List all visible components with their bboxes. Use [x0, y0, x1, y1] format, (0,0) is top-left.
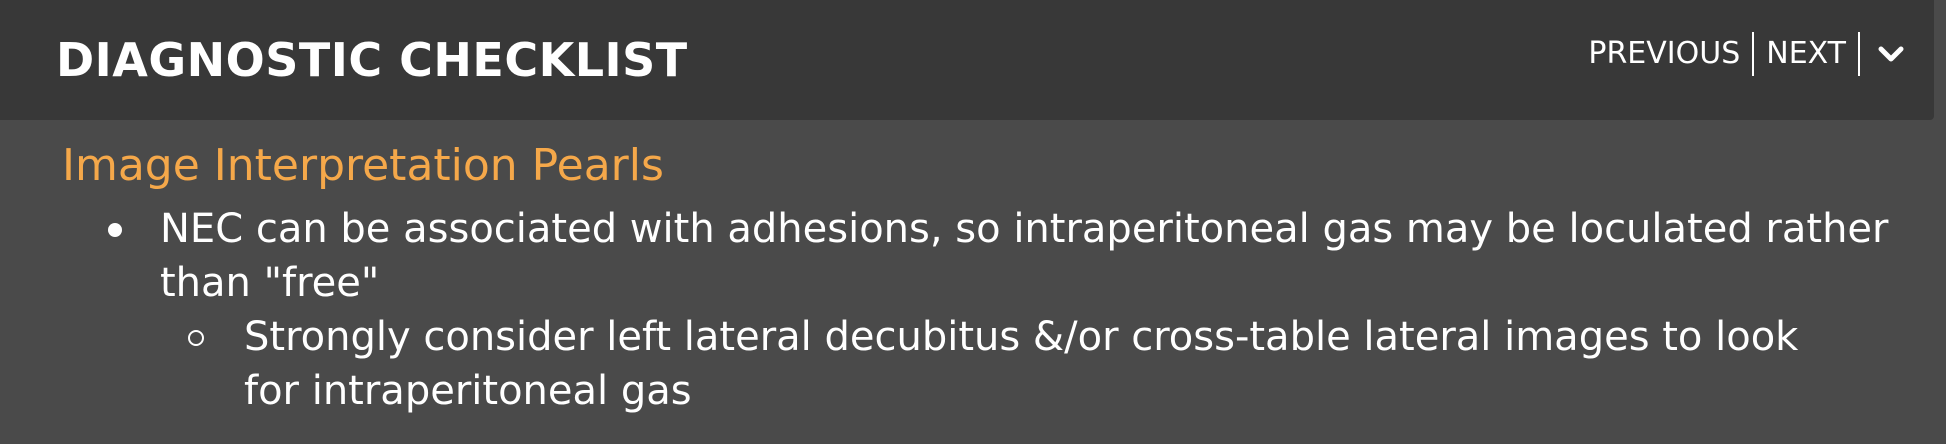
section-title: Image Interpretation Pearls [62, 140, 664, 191]
diagnostic-checklist-panel: DIAGNOSTIC CHECKLIST PREVIOUS NEXT Image… [0, 0, 1946, 444]
panel-navigation: PREVIOUS NEXT [1588, 30, 1906, 78]
previous-link[interactable]: PREVIOUS [1588, 30, 1740, 78]
list-item-text: NEC can be associated with adhesions, so… [160, 206, 1889, 306]
nav-divider [1858, 32, 1860, 76]
nav-divider [1752, 32, 1755, 76]
bullet-icon [108, 223, 122, 237]
hollow-bullet-icon [188, 330, 204, 346]
panel-header: DIAGNOSTIC CHECKLIST PREVIOUS NEXT [0, 0, 1934, 120]
panel-content: Image Interpretation Pearls NEC can be a… [0, 120, 1946, 444]
panel-title: DIAGNOSTIC CHECKLIST [56, 33, 688, 87]
next-link[interactable]: NEXT [1766, 30, 1846, 78]
sub-list-item-text: Strongly consider left lateral decubitus… [244, 314, 1799, 414]
chevron-down-icon[interactable] [1876, 39, 1906, 69]
